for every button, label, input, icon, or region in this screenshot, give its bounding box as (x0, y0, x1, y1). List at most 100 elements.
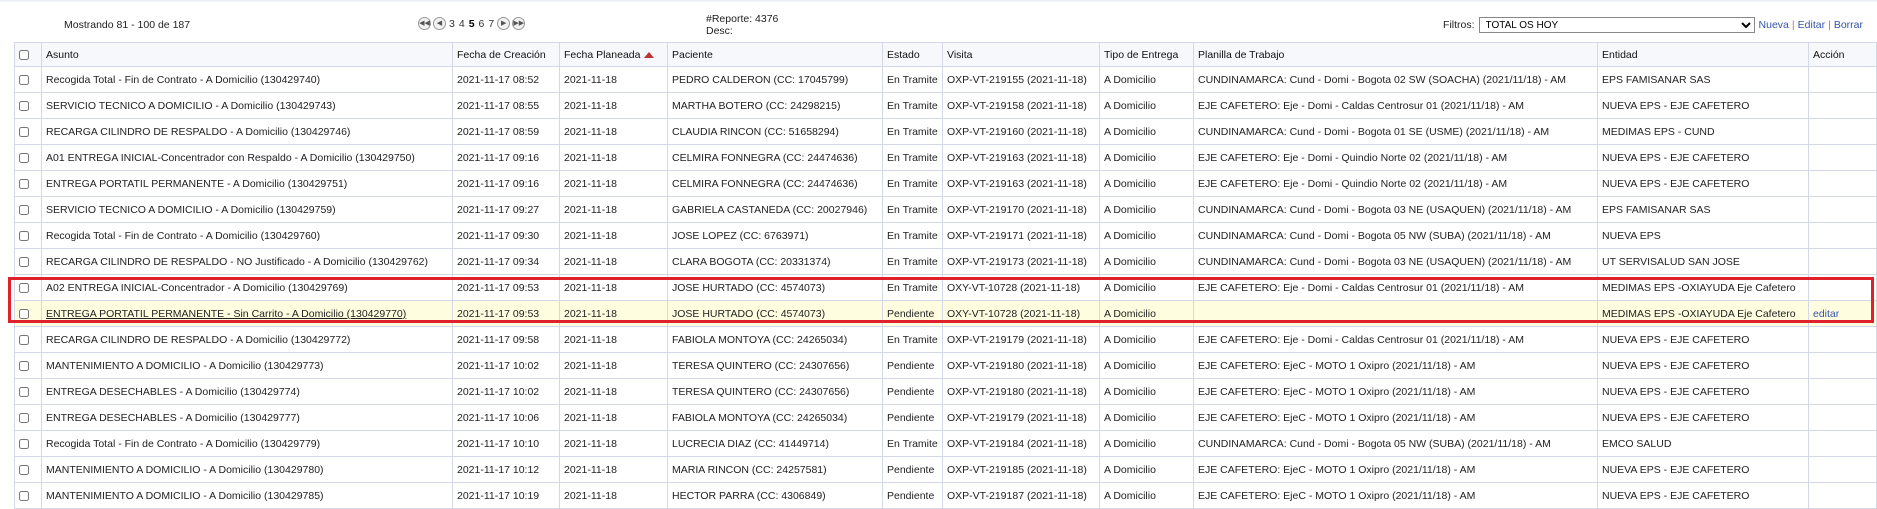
cell-asunto[interactable]: SERVICIO TECNICO A DOMICILIO - A Domicil… (41, 92, 453, 119)
page-link-7[interactable]: 7 (487, 18, 495, 30)
table-row[interactable]: MANTENIMIENTO A DOMICILIO - A Domicilio … (14, 482, 1877, 509)
cell-visita: OXY-VT-10728 (2021-11-18) (942, 274, 1100, 301)
table-row[interactable]: MANTENIMIENTO A DOMICILIO - A Domicilio … (14, 456, 1877, 483)
row-checkbox[interactable] (19, 74, 29, 85)
cell-visita: OXY-VT-10728 (2021-11-18) (942, 300, 1100, 327)
header-fecha-planeada[interactable]: Fecha Planeada (559, 42, 668, 67)
cell-asunto[interactable]: A02 ENTREGA INICIAL-Concentrador - A Dom… (41, 274, 453, 301)
cell-fecha-planeada: 2021-11-18 (559, 118, 668, 145)
cell-asunto[interactable]: ENTREGA PORTATIL PERMANENTE - Sin Carrit… (41, 300, 453, 327)
next-page-icon[interactable]: ▶ (497, 17, 511, 30)
cell-asunto[interactable]: ENTREGA DESECHABLES - A Domicilio (13042… (41, 378, 453, 405)
filter-select[interactable]: TOTAL OS HOY (1478, 17, 1755, 33)
page-link-4[interactable]: 4 (458, 18, 466, 30)
row-checkbox[interactable] (19, 256, 29, 267)
cell-asunto[interactable]: RECARGA CILINDRO DE RESPALDO - A Domicil… (41, 326, 453, 353)
row-checkbox[interactable] (19, 438, 29, 449)
row-checkbox[interactable] (19, 152, 29, 163)
row-checkbox[interactable] (19, 178, 29, 189)
cell-estado: En Tramite (882, 170, 943, 197)
cell-estado: En Tramite (882, 92, 943, 119)
header-visita[interactable]: Visita (942, 42, 1100, 67)
cell-fecha-creacion: 2021-11-17 10:02 (452, 352, 560, 379)
row-select-cell (14, 300, 42, 327)
row-checkbox[interactable] (19, 100, 29, 111)
cell-tipo-entrega: A Domicilio (1099, 300, 1194, 327)
row-checkbox[interactable] (19, 386, 29, 397)
header-estado[interactable]: Estado (882, 42, 943, 67)
cell-asunto[interactable]: SERVICIO TECNICO A DOMICILIO - A Domicil… (41, 196, 453, 223)
header-tipo-entrega[interactable]: Tipo de Entrega (1099, 42, 1194, 67)
table-row[interactable]: Recogida Total - Fin de Contrato - A Dom… (14, 66, 1877, 93)
header-fecha-creacion[interactable]: Fecha de Creación (452, 42, 560, 67)
table-row[interactable]: ENTREGA DESECHABLES - A Domicilio (13042… (14, 404, 1877, 431)
table-row[interactable]: ENTREGA PORTATIL PERMANENTE - Sin Carrit… (14, 300, 1877, 327)
cell-fecha-planeada: 2021-11-18 (559, 222, 668, 249)
cell-asunto[interactable]: MANTENIMIENTO A DOMICILIO - A Domicilio … (41, 352, 453, 379)
table-row[interactable]: A02 ENTREGA INICIAL-Concentrador - A Dom… (14, 274, 1877, 301)
row-checkbox[interactable] (19, 464, 29, 475)
cell-planilla: EJE CAFETERO: Eje - Domi - Quindio Norte… (1193, 144, 1598, 171)
delete-filter-link[interactable]: Borrar (1834, 19, 1863, 31)
table-row[interactable]: RECARGA CILINDRO DE RESPALDO - A Domicil… (14, 326, 1877, 353)
prev-page-icon[interactable]: ◀ (433, 17, 446, 30)
cell-visita: OXP-VT-219163 (2021-11-18) (942, 144, 1100, 171)
edit-filter-link[interactable]: Editar (1798, 19, 1825, 31)
cell-asunto[interactable]: ENTREGA DESECHABLES - A Domicilio (13042… (41, 404, 453, 431)
cell-asunto[interactable]: RECARGA CILINDRO DE RESPALDO - A Domicil… (41, 118, 453, 145)
table-row[interactable]: MANTENIMIENTO A DOMICILIO - A Domicilio … (14, 352, 1877, 379)
cell-entidad: NUEVA EPS - EJE CAFETERO (1597, 404, 1809, 431)
cell-asunto[interactable]: A01 ENTREGA INICIAL-Concentrador con Res… (41, 144, 453, 171)
header-paciente[interactable]: Paciente (667, 42, 883, 67)
table-row[interactable]: A01 ENTREGA INICIAL-Concentrador con Res… (14, 144, 1877, 171)
cell-paciente: LUCRECIA DIAZ (CC: 41449714) (667, 430, 883, 457)
cell-asunto[interactable]: Recogida Total - Fin de Contrato - A Dom… (41, 66, 453, 93)
cell-planilla: EJE CAFETERO: Eje - Domi - Caldas Centro… (1193, 326, 1598, 353)
header-entidad[interactable]: Entidad (1597, 42, 1809, 67)
table-row[interactable]: RECARGA CILINDRO DE RESPALDO - NO Justif… (14, 248, 1877, 275)
header-planilla[interactable]: Planilla de Trabajo (1193, 42, 1598, 67)
cell-fecha-planeada: 2021-11-18 (559, 430, 668, 457)
row-select-cell (14, 196, 42, 223)
cell-entidad: NUEVA EPS - EJE CAFETERO (1597, 378, 1809, 405)
row-checkbox[interactable] (19, 204, 29, 215)
table-row[interactable]: ENTREGA PORTATIL PERMANENTE - A Domicili… (14, 170, 1877, 197)
first-page-icon[interactable]: ◀◀ (418, 17, 431, 30)
cell-asunto[interactable]: Recogida Total - Fin de Contrato - A Dom… (41, 430, 453, 457)
cell-asunto[interactable]: ENTREGA PORTATIL PERMANENTE - A Domicili… (41, 170, 453, 197)
table-row[interactable]: RECARGA CILINDRO DE RESPALDO - A Domicil… (14, 118, 1877, 145)
select-all-checkbox[interactable] (19, 49, 29, 60)
row-checkbox[interactable] (19, 282, 29, 293)
pagination: ◀◀ ◀ 3 4 5 6 7 ▶ ▶▶ (418, 17, 526, 30)
cell-asunto[interactable]: RECARGA CILINDRO DE RESPALDO - NO Justif… (41, 248, 453, 275)
page-link-6[interactable]: 6 (478, 18, 486, 30)
table-row[interactable]: Recogida Total - Fin de Contrato - A Dom… (14, 430, 1877, 457)
cell-entidad: NUEVA EPS - EJE CAFETERO (1597, 456, 1809, 483)
cell-paciente: PEDRO CALDERON (CC: 17045799) (667, 66, 883, 93)
new-filter-link[interactable]: Nueva (1759, 19, 1789, 31)
row-checkbox[interactable] (19, 334, 29, 345)
row-select-cell (14, 430, 42, 457)
row-checkbox[interactable] (19, 126, 29, 137)
page-link-3[interactable]: 3 (448, 18, 456, 30)
row-checkbox[interactable] (19, 412, 29, 423)
table-row[interactable]: Recogida Total - Fin de Contrato - A Dom… (14, 222, 1877, 249)
cell-fecha-creacion: 2021-11-17 09:53 (452, 274, 560, 301)
row-checkbox[interactable] (19, 230, 29, 241)
cell-entidad: EMCO SALUD (1597, 430, 1809, 457)
cell-accion (1808, 170, 1877, 197)
row-checkbox[interactable] (19, 308, 29, 319)
cell-asunto[interactable]: MANTENIMIENTO A DOMICILIO - A Domicilio … (41, 456, 453, 483)
cell-entidad: NUEVA EPS (1597, 222, 1809, 249)
table-row[interactable]: SERVICIO TECNICO A DOMICILIO - A Domicil… (14, 196, 1877, 223)
cell-asunto[interactable]: Recogida Total - Fin de Contrato - A Dom… (41, 222, 453, 249)
cell-accion[interactable]: editar (1808, 300, 1877, 327)
header-asunto[interactable]: Asunto (41, 42, 453, 67)
table-row[interactable]: ENTREGA DESECHABLES - A Domicilio (13042… (14, 378, 1877, 405)
table-row[interactable]: SERVICIO TECNICO A DOMICILIO - A Domicil… (14, 92, 1877, 119)
row-checkbox[interactable] (19, 490, 29, 501)
row-checkbox[interactable] (19, 360, 29, 371)
last-page-icon[interactable]: ▶▶ (512, 17, 526, 30)
cell-asunto[interactable]: MANTENIMIENTO A DOMICILIO - A Domicilio … (41, 482, 453, 509)
cell-entidad: NUEVA EPS - EJE CAFETERO (1597, 170, 1809, 197)
